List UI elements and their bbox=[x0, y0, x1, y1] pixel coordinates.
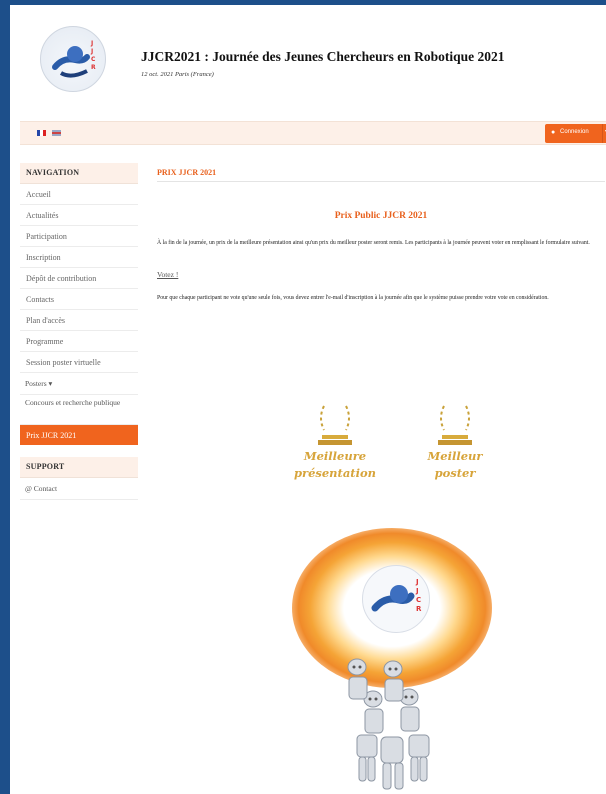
en-flag-icon[interactable] bbox=[52, 130, 61, 136]
sidebar-item-depot[interactable]: Dépôt de contribution bbox=[20, 268, 138, 289]
svg-text:J: J bbox=[415, 578, 419, 586]
sidebar-item-plan[interactable]: Plan d'accès bbox=[20, 310, 138, 331]
award-line2: présentation bbox=[293, 466, 377, 480]
vote-link[interactable]: Votez ! bbox=[157, 270, 178, 279]
jjcr-logo-image: J J C R bbox=[362, 565, 430, 633]
award-line1: Meilleure bbox=[303, 449, 367, 463]
svg-text:C: C bbox=[416, 596, 421, 604]
intro-paragraph: À la fin de la journée, un prix de la me… bbox=[157, 240, 590, 246]
site-title[interactable]: JJCR2021 : Journée des Jeunes Chercheurs… bbox=[141, 49, 505, 65]
award-line1: Meilleur bbox=[427, 449, 483, 463]
robots-image bbox=[337, 655, 455, 794]
sidebar-item-session-poster[interactable]: Session poster virtuelle bbox=[20, 352, 138, 373]
info-paragraph: Pour que chaque participant ne vote qu'u… bbox=[157, 295, 549, 301]
sidebar-item-contact[interactable]: @ Contact bbox=[20, 478, 138, 500]
support-heading: SUPPORT bbox=[20, 457, 138, 478]
svg-text:J: J bbox=[415, 587, 419, 595]
fr-flag-icon[interactable] bbox=[37, 130, 46, 136]
svg-text:R: R bbox=[416, 605, 422, 613]
sidebar-item-contacts[interactable]: Contacts bbox=[20, 289, 138, 310]
laurel-icon bbox=[312, 402, 358, 448]
sidebar-item-prix[interactable]: Prix JJCR 2021 bbox=[20, 425, 138, 445]
sidebar-item-concours[interactable]: Concours et recherche publique bbox=[20, 395, 138, 425]
award-line2: poster bbox=[434, 466, 476, 480]
page-title: PRIX JJCR 2021 bbox=[157, 163, 605, 182]
svg-text:J: J bbox=[90, 40, 93, 47]
page: J J C R JJCR2021 : Journée des Jeunes Ch… bbox=[10, 5, 606, 794]
login-label: Connexion bbox=[560, 129, 589, 135]
award-best-poster: Meilleur poster bbox=[420, 402, 490, 482]
sidebar-item-inscription[interactable]: Inscription bbox=[20, 247, 138, 268]
main-content: PRIX JJCR 2021 Prix Public JJCR 2021 À l… bbox=[157, 163, 605, 301]
award-best-presentation: Meilleure présentation bbox=[290, 402, 380, 482]
svg-text:R: R bbox=[91, 64, 96, 71]
user-icon: ● bbox=[551, 128, 556, 136]
sidebar: NAVIGATION Accueil Actualités Participat… bbox=[20, 163, 138, 500]
login-button[interactable]: ● Connexion ▾ bbox=[545, 124, 606, 143]
sidebar-item-actualites[interactable]: Actualités bbox=[20, 205, 138, 226]
sidebar-item-posters[interactable]: Posters ▾ bbox=[20, 373, 138, 395]
laurel-icon bbox=[432, 402, 478, 448]
svg-text:J: J bbox=[90, 48, 93, 55]
sidebar-item-accueil[interactable]: Accueil bbox=[20, 184, 138, 205]
navigation-heading: NAVIGATION bbox=[20, 163, 138, 184]
site-subtitle: 12 oct. 2021 Paris (France) bbox=[141, 71, 214, 78]
top-bar: ● Connexion ▾ bbox=[20, 121, 606, 145]
section-title: Prix Public JJCR 2021 bbox=[334, 211, 428, 221]
site-logo[interactable]: J J C R bbox=[40, 26, 106, 92]
sidebar-item-participation[interactable]: Participation bbox=[20, 226, 138, 247]
sidebar-item-programme[interactable]: Programme bbox=[20, 331, 138, 352]
svg-text:C: C bbox=[91, 56, 96, 63]
